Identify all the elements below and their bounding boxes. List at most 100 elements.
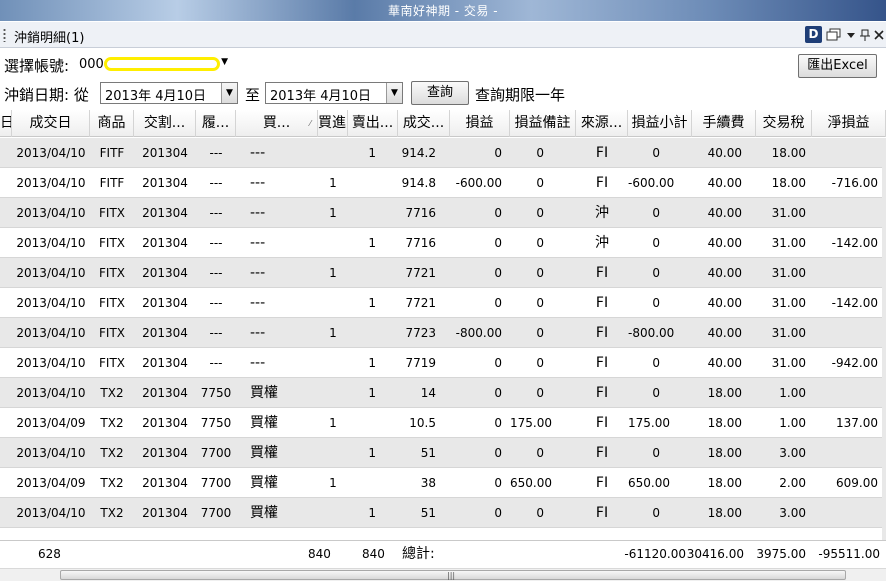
chevron-down-icon[interactable]: ▼ (221, 57, 228, 67)
pl-subtotal-cell: 0 (652, 206, 660, 220)
fee-cell: 40.00 (707, 296, 742, 310)
horizontal-scrollbar[interactable]: ||| (0, 568, 886, 581)
trade-date-cell: 2013/04/10 (16, 356, 86, 370)
table-row[interactable]: 2013/04/09 TX2 201304 7750 買權 1 10.5 0 175.00 FI 1… (0, 408, 886, 438)
fee-cell: 18.00 (707, 416, 742, 430)
table-row[interactable]: 2013/04/09 TX2 201304 7700 買權 1 38 0 650.00 FI 650… (0, 468, 886, 498)
column-header-pl-note-col[interactable]: 損益備註 (510, 110, 576, 137)
fee-cell: 18.00 (707, 506, 742, 520)
column-header-strike-col[interactable]: 履... (196, 110, 236, 137)
table-row[interactable]: 2013/04/10 FITX 201304 --- --- 1 7716 0 0 沖 0 40.00… (0, 228, 886, 258)
query-button[interactable]: 查詢 (411, 81, 469, 105)
column-header-sell-qty-col[interactable]: 賣出... (348, 110, 398, 137)
table-row[interactable]: 2013/04/10 FITX 201304 --- --- 1 7716 0 0 沖 0 40.00… (0, 198, 886, 228)
net-pl-cell (812, 138, 886, 168)
column-header-trade-date-col[interactable]: 成交日 (12, 110, 90, 137)
tax-cell: 31.00 (771, 296, 806, 310)
pl-note-cell: 0 (536, 206, 544, 220)
tax-cell: 1.00 (779, 416, 806, 430)
trade-detail-grid[interactable]: 日成交日商品交割...履...買...⁄買進...賣出...成交...損益損益備… (0, 110, 886, 540)
strike-cell: 7700 (200, 476, 232, 490)
panel-header: 沖銷明細(1) D (0, 22, 886, 48)
summary-net-total: -95511.00 (818, 547, 880, 561)
column-header-date-col[interactable]: 日 (0, 110, 12, 137)
pl-cell: 0 (494, 446, 502, 460)
query-limit-note: 查詢期限一年 (475, 86, 566, 104)
table-row[interactable]: 2013/04/10 FITX 201304 --- --- 1 7721 0 0 FI 0 40.0… (0, 258, 886, 288)
pl-subtotal-cell: 0 (652, 386, 660, 400)
table-row[interactable]: 2013/04/10 TX2 201304 7700 買權 1 51 0 0 FI 0 18.00 3.… (0, 438, 886, 468)
column-header-buy-qty-col[interactable]: 買進... (318, 110, 348, 137)
net-pl-cell: -942.00 (831, 356, 878, 370)
table-row[interactable]: 2013/04/10 FITX 201304 --- --- 1 7721 0 0 FI 0 40.0… (0, 288, 886, 318)
strike-cell: 7700 (200, 446, 232, 460)
buy-qty-cell: 1 (329, 476, 337, 490)
pl-note-cell: 0 (536, 326, 544, 340)
scroll-thumb[interactable]: ||| (60, 570, 846, 580)
strike-cell: --- (209, 356, 223, 370)
sell-qty-cell (348, 168, 398, 198)
product-cell: FITX (99, 236, 125, 250)
pl-note-cell: 0 (536, 356, 544, 370)
column-header-delivery-col[interactable]: 交割... (134, 110, 196, 137)
drag-grip-icon[interactable] (3, 28, 6, 42)
table-row[interactable]: 2013/04/10 FITF 201304 --- --- 1 914.8 -600.00 0… (0, 168, 886, 198)
table-row[interactable]: 2013/04/10 TX2 201304 7750 買權 1 14 0 0 FI 0 18.00 1.… (0, 378, 886, 408)
column-header-tax-col[interactable]: 交易稅 (756, 110, 812, 137)
pin-icon[interactable] (860, 29, 870, 41)
table-row[interactable]: 2013/04/10 TX2 201304 7700 買權 1 51 0 0 FI 0 18.00 3.… (0, 498, 886, 528)
dropdown-arrow-icon[interactable] (846, 30, 856, 40)
table-row[interactable]: 2013/04/10 FITX 201304 --- --- 1 7719 0 0 FI 0 40.0… (0, 348, 886, 378)
column-header-source-col[interactable]: 來源... (576, 110, 628, 137)
d-icon[interactable]: D (805, 26, 822, 43)
date-to-picker[interactable]: 2013年 4月10日 ▼ (265, 82, 403, 104)
tax-cell: 18.00 (771, 176, 806, 190)
product-cell: TX2 (100, 416, 124, 430)
calendar-dropdown-icon[interactable]: ▼ (386, 83, 402, 103)
pl-subtotal-cell: 175.00 (628, 416, 670, 430)
window-list-icon[interactable] (826, 28, 842, 42)
pl-subtotal-cell: 0 (652, 506, 660, 520)
source-cell: FI (595, 445, 609, 461)
net-pl-cell (812, 258, 886, 288)
strike-cell: 7750 (200, 386, 232, 400)
pl-cell: 0 (494, 476, 502, 490)
vertical-scrollbar[interactable] (882, 139, 886, 540)
column-header-pl-subtotal-col[interactable]: 損益小計 (628, 110, 692, 137)
pl-cell: 0 (494, 416, 502, 430)
pl-cell: 0 (494, 386, 502, 400)
pl-cell: 0 (494, 266, 502, 280)
tax-cell: 1.00 (779, 386, 806, 400)
column-header-product-col[interactable]: 商品 (90, 110, 134, 137)
net-pl-cell (812, 318, 886, 348)
pl-note-cell: 0 (536, 386, 544, 400)
column-header-fee-col[interactable]: 手續費 (692, 110, 756, 137)
table-row[interactable]: 2013/04/10 FITF 201304 --- --- 1 914.2 0 0 FI 0 40.… (0, 138, 886, 168)
pl-cell: -800.00 (455, 326, 502, 340)
buy-qty-cell: 1 (329, 416, 337, 430)
column-header-type-col[interactable]: 買... ⁄ (236, 110, 318, 137)
calendar-dropdown-icon[interactable]: ▼ (221, 83, 237, 103)
column-header-net-pl-col[interactable]: 淨損益 (812, 110, 886, 137)
buy-qty-cell (318, 288, 348, 318)
date-from-picker[interactable]: 2013年 4月10日 ▼ (100, 82, 238, 104)
table-row[interactable]: 2013/04/10 FITX 201304 --- --- 1 7723 -800.00 0 F… (0, 318, 886, 348)
account-select[interactable]: 000- ▼ (74, 55, 230, 75)
sell-qty-cell: 1 (368, 356, 376, 370)
export-excel-button[interactable]: 匯出Excel (798, 54, 877, 78)
close-icon[interactable] (874, 29, 884, 40)
delivery-cell: 201304 (142, 506, 188, 520)
date-range-label: 沖銷日期: 從 (4, 86, 89, 104)
pl-note-cell: 0 (536, 296, 544, 310)
column-header-price-col[interactable]: 成交... (398, 110, 450, 137)
column-header-pl-col[interactable]: 損益 (450, 110, 510, 137)
buy-qty-cell (318, 138, 348, 168)
type-cell: 買權 (250, 475, 278, 491)
source-cell: FI (595, 505, 609, 521)
product-cell: FITF (99, 176, 125, 190)
tax-cell: 2.00 (779, 476, 806, 490)
net-pl-cell (812, 498, 886, 528)
trade-date-cell: 2013/04/10 (16, 386, 86, 400)
sell-qty-cell: 1 (368, 146, 376, 160)
sell-qty-cell (348, 468, 398, 498)
